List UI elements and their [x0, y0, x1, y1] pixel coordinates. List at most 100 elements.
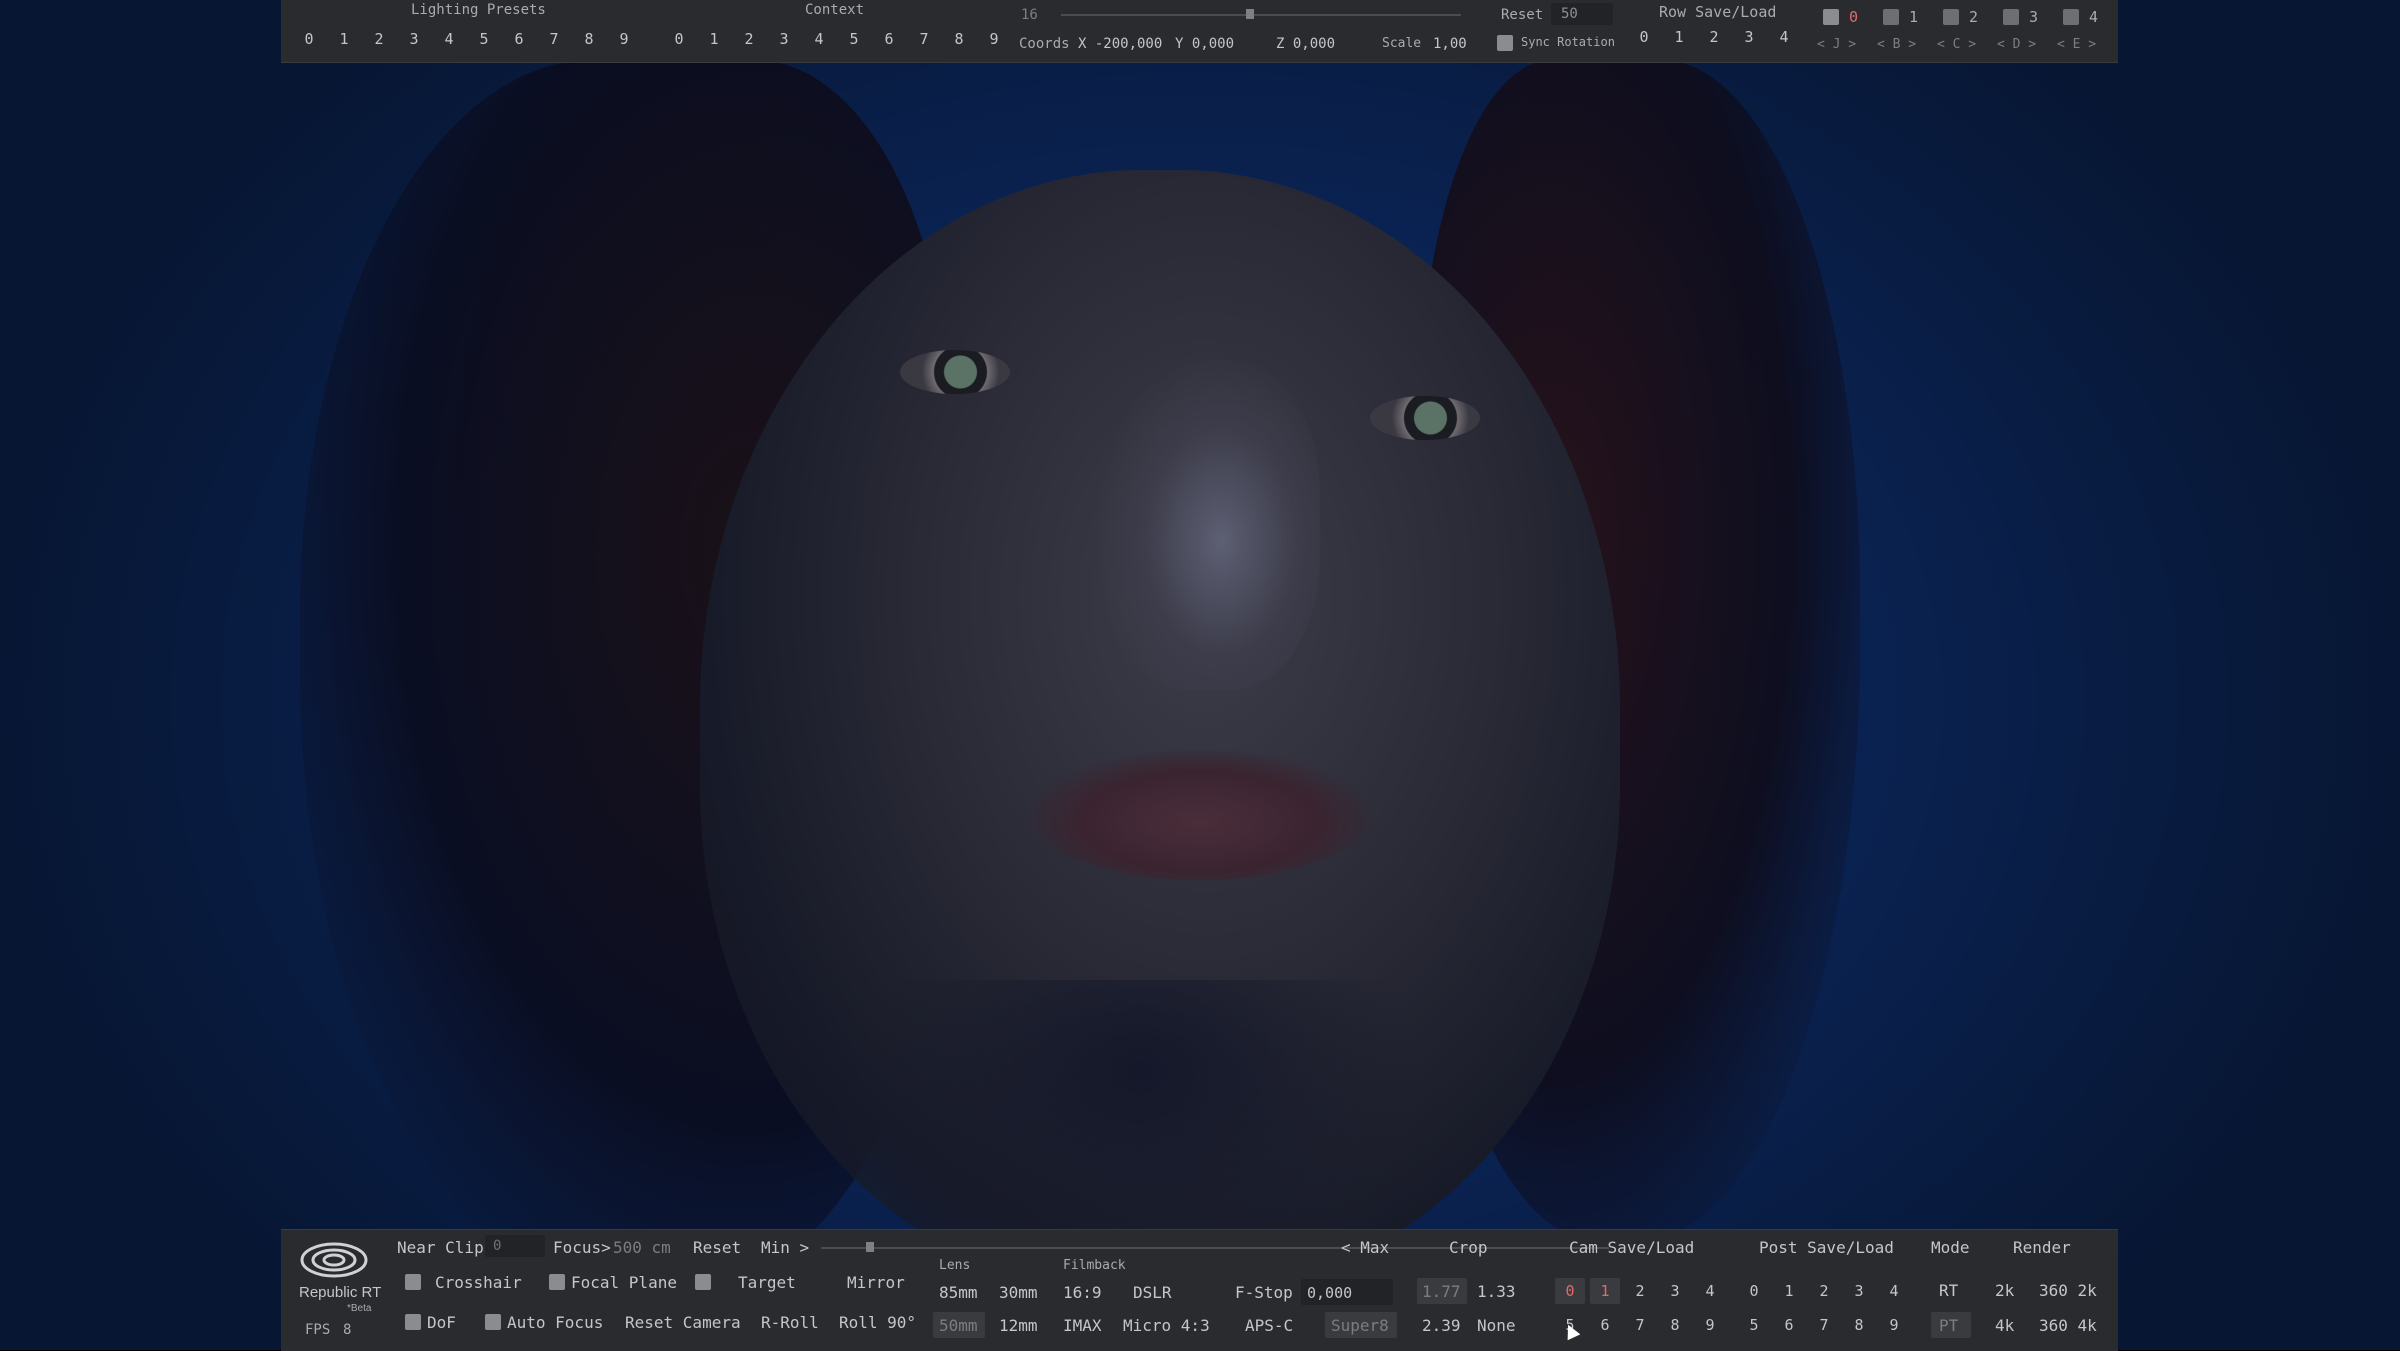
crosshair-label[interactable]: Crosshair	[435, 1273, 522, 1292]
coord-y-field[interactable]: Y 0,000	[1175, 36, 1234, 52]
scale-field[interactable]: 1,00	[1433, 36, 1467, 52]
slot-3-checkbox[interactable]	[2003, 9, 2019, 25]
filmback-16-9-button[interactable]: 16:9	[1063, 1283, 1102, 1302]
slot-4-checkbox[interactable]	[2063, 9, 2079, 25]
post-save-load-button-3[interactable]: 3	[1846, 1282, 1872, 1300]
max-button[interactable]: < Max	[1341, 1238, 1389, 1257]
crop-133-button[interactable]: 1.33	[1477, 1282, 1516, 1301]
context-button-4[interactable]: 4	[806, 30, 832, 48]
post-save-load-button-4[interactable]: 4	[1881, 1282, 1907, 1300]
auto-focus-label[interactable]: Auto Focus	[507, 1313, 603, 1332]
focus-slider-track[interactable]	[821, 1247, 1609, 1249]
crop-177-button[interactable]: 1.77	[1422, 1282, 1461, 1301]
row-save-load-button-3[interactable]: 3	[1736, 28, 1762, 46]
slot-3-nav[interactable]: < D >	[1997, 37, 2036, 52]
mirror-button[interactable]: Mirror	[847, 1273, 905, 1292]
target-checkbox[interactable]	[695, 1274, 711, 1290]
sync-rotation-checkbox[interactable]	[1497, 35, 1513, 51]
post-save-load-button-9[interactable]: 9	[1881, 1316, 1907, 1334]
focal-plane-label[interactable]: Focal Plane	[571, 1273, 677, 1292]
reset-value-box[interactable]: 50	[1551, 3, 1613, 25]
cam-save-load-button-0[interactable]: 0	[1557, 1282, 1583, 1300]
auto-focus-checkbox[interactable]	[485, 1314, 501, 1330]
filmback-apsc-button[interactable]: APS-C	[1245, 1316, 1293, 1335]
lens-30mm-button[interactable]: 30mm	[999, 1283, 1038, 1302]
lighting-preset-button-0[interactable]: 0	[296, 30, 322, 48]
context-button-8[interactable]: 8	[946, 30, 972, 48]
mode-rt-button[interactable]: RT	[1939, 1281, 1958, 1300]
roll-90-button[interactable]: Roll 90°	[839, 1313, 916, 1332]
fstop-input[interactable]: 0,000	[1301, 1279, 1393, 1305]
context-button-1[interactable]: 1	[701, 30, 727, 48]
focus-slider-knob[interactable]	[866, 1242, 874, 1252]
cam-save-load-button-3[interactable]: 3	[1662, 1282, 1688, 1300]
post-save-load-button-0[interactable]: 0	[1741, 1282, 1767, 1300]
context-button-2[interactable]: 2	[736, 30, 762, 48]
render-viewport[interactable]	[0, 0, 2400, 1350]
focus-value[interactable]: 500 cm	[613, 1238, 671, 1257]
post-save-load-button-2[interactable]: 2	[1811, 1282, 1837, 1300]
cam-save-load-button-4[interactable]: 4	[1697, 1282, 1723, 1300]
slot-1-checkbox[interactable]	[1883, 9, 1899, 25]
mode-pt-button[interactable]: PT	[1939, 1316, 1958, 1335]
context-button-5[interactable]: 5	[841, 30, 867, 48]
lighting-preset-button-7[interactable]: 7	[541, 30, 567, 48]
lighting-preset-button-9[interactable]: 9	[611, 30, 637, 48]
slot-2-nav[interactable]: < C >	[1937, 37, 1976, 52]
lighting-preset-button-4[interactable]: 4	[436, 30, 462, 48]
near-clip-input[interactable]: 0	[485, 1235, 545, 1257]
cam-save-load-button-1[interactable]: 1	[1592, 1282, 1618, 1300]
dof-label[interactable]: DoF	[427, 1313, 456, 1332]
filmback-dslr-button[interactable]: DSLR	[1133, 1283, 1172, 1302]
filmback-super8-button[interactable]: Super8	[1331, 1316, 1389, 1335]
coord-x-field[interactable]: X -200,000	[1078, 36, 1162, 52]
r-roll-button[interactable]: R-Roll	[761, 1313, 819, 1332]
row-save-load-button-2[interactable]: 2	[1701, 28, 1727, 46]
focal-plane-checkbox[interactable]	[549, 1274, 565, 1290]
post-save-load-button-7[interactable]: 7	[1811, 1316, 1837, 1334]
lighting-preset-button-3[interactable]: 3	[401, 30, 427, 48]
cam-save-load-button-6[interactable]: 6	[1592, 1316, 1618, 1334]
cam-save-load-button-2[interactable]: 2	[1627, 1282, 1653, 1300]
context-button-3[interactable]: 3	[771, 30, 797, 48]
lighting-preset-button-2[interactable]: 2	[366, 30, 392, 48]
reset-camera-button[interactable]: Reset Camera	[625, 1313, 741, 1332]
cam-save-load-button-7[interactable]: 7	[1627, 1316, 1653, 1334]
top-slider-track[interactable]	[1061, 14, 1461, 16]
crosshair-checkbox[interactable]	[405, 1274, 421, 1290]
focus-reset-button[interactable]: Reset	[693, 1238, 741, 1257]
lens-85mm-button[interactable]: 85mm	[939, 1283, 978, 1302]
min-button[interactable]: Min >	[761, 1238, 809, 1257]
top-slider-knob[interactable]	[1246, 9, 1254, 19]
row-save-load-button-0[interactable]: 0	[1631, 28, 1657, 46]
slot-4-nav[interactable]: < E >	[2057, 37, 2096, 52]
post-save-load-button-8[interactable]: 8	[1846, 1316, 1872, 1334]
lighting-preset-button-5[interactable]: 5	[471, 30, 497, 48]
target-label[interactable]: Target	[738, 1273, 796, 1292]
slot-2-checkbox[interactable]	[1943, 9, 1959, 25]
post-save-load-button-1[interactable]: 1	[1776, 1282, 1802, 1300]
filmback-micro43-button[interactable]: Micro 4:3	[1123, 1316, 1210, 1335]
cam-save-load-button-8[interactable]: 8	[1662, 1316, 1688, 1334]
post-save-load-button-6[interactable]: 6	[1776, 1316, 1802, 1334]
lighting-preset-button-8[interactable]: 8	[576, 30, 602, 48]
cam-save-load-button-9[interactable]: 9	[1697, 1316, 1723, 1334]
slot-0-checkbox[interactable]	[1823, 9, 1839, 25]
context-button-0[interactable]: 0	[666, 30, 692, 48]
filmback-imax-button[interactable]: IMAX	[1063, 1316, 1102, 1335]
context-button-9[interactable]: 9	[981, 30, 1007, 48]
row-save-load-button-1[interactable]: 1	[1666, 28, 1692, 46]
slot-1-nav[interactable]: < B >	[1877, 37, 1916, 52]
row-save-load-button-4[interactable]: 4	[1771, 28, 1797, 46]
render-2k-button[interactable]: 2k	[1995, 1281, 2014, 1300]
render-360-2k-button[interactable]: 360 2k	[2039, 1281, 2097, 1300]
crop-none-button[interactable]: None	[1477, 1316, 1516, 1335]
crop-239-button[interactable]: 2.39	[1422, 1316, 1461, 1335]
slot-0-nav[interactable]: < J >	[1817, 37, 1856, 52]
lens-12mm-button[interactable]: 12mm	[999, 1316, 1038, 1335]
dof-checkbox[interactable]	[405, 1314, 421, 1330]
lighting-preset-button-6[interactable]: 6	[506, 30, 532, 48]
context-button-7[interactable]: 7	[911, 30, 937, 48]
reset-top-button[interactable]: Reset	[1501, 7, 1543, 23]
post-save-load-button-5[interactable]: 5	[1741, 1316, 1767, 1334]
